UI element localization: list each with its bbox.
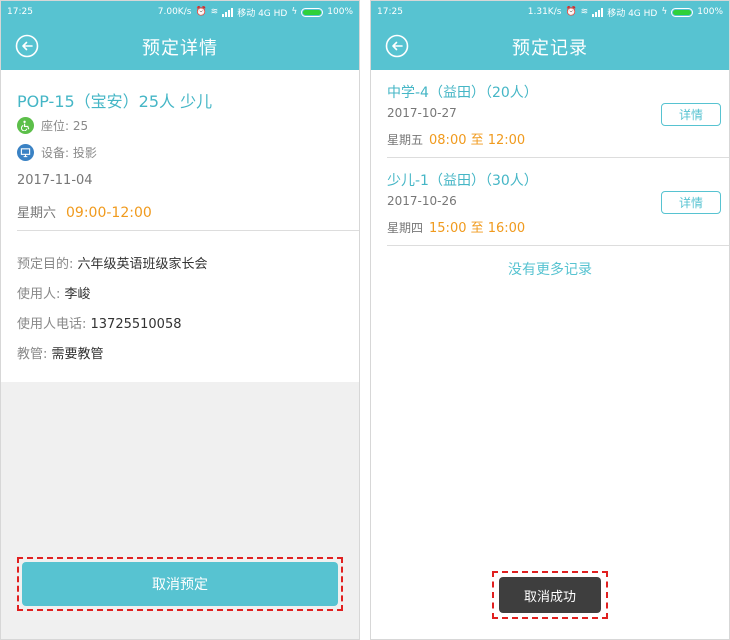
admin-value: 需要教管 — [51, 347, 104, 362]
status-bar: 17:25 7.00K/s ⏰ ≋ 移动 4G HD ϟ 100% — [1, 1, 359, 23]
purpose-row: 预定目的: 六年级英语班级家长会 — [17, 253, 208, 272]
divider — [17, 230, 359, 231]
reservation-date: 2017-11-04 — [17, 173, 93, 188]
phone-label: 使用人电话: — [17, 317, 91, 332]
battery-icon — [301, 7, 324, 17]
alarm-icon: ⏰ — [195, 7, 207, 17]
record-time: 星期四 15:00 至 16:00 — [387, 217, 525, 236]
detail-button[interactable]: 详情 — [661, 103, 721, 126]
record-room-name: 少儿-1（益田）（30人） — [387, 173, 538, 189]
purpose-value: 六年级英语班级家长会 — [77, 257, 208, 272]
record-weekday: 星期四 — [387, 221, 424, 235]
title-bar: 预定详情 — [1, 23, 359, 70]
cancel-reservation-button[interactable]: 取消预定 — [22, 562, 338, 606]
status-time: 17:25 — [7, 7, 33, 17]
equipment-value: 设备: 投影 — [41, 146, 97, 160]
phone-value: 13725510058 — [90, 317, 182, 332]
record-weekday: 星期五 — [387, 133, 424, 147]
time-range: 09:00-12:00 — [66, 205, 152, 221]
user-label: 使用人: — [17, 287, 65, 302]
reservation-time: 星期六 09:00-12:00 — [17, 202, 152, 221]
wifi-icon: ≋ — [210, 7, 219, 17]
equipment-info: 设备: 投影 — [17, 144, 97, 161]
page-title: 预定记录 — [512, 37, 588, 59]
network-speed: 7.00K/s — [157, 7, 192, 17]
battery-icon — [671, 7, 694, 17]
admin-label: 教管: — [17, 347, 52, 362]
user-row: 使用人: 李峻 — [17, 283, 91, 302]
room-name: POP-15（宝安）25人 少儿 — [17, 92, 213, 111]
wifi-icon: ≋ — [580, 7, 589, 17]
status-time: 17:25 — [377, 7, 403, 17]
network-speed: 1.31K/s — [527, 7, 562, 17]
record-item: 中学-4（益田）（20人） 2017-10-27 星期五 08:00 至 12:0… — [387, 70, 729, 158]
battery-percent: 100% — [697, 7, 723, 17]
record-time: 星期五 08:00 至 12:00 — [387, 129, 525, 148]
purpose-label: 预定目的: — [17, 257, 78, 272]
detail-button[interactable]: 详情 — [661, 191, 721, 214]
no-more-records: 没有更多记录 — [508, 262, 592, 278]
seat-info: 座位: 25 — [17, 117, 88, 134]
signal-icon — [222, 7, 234, 17]
highlight-box: 取消预定 — [17, 557, 343, 611]
user-value: 李峻 — [64, 287, 91, 302]
title-bar: 预定记录 — [371, 23, 729, 70]
back-icon[interactable] — [385, 34, 409, 58]
wheelchair-icon — [17, 117, 34, 134]
record-date: 2017-10-27 — [387, 106, 457, 120]
charging-icon: ϟ — [291, 7, 298, 17]
back-icon[interactable] — [15, 34, 39, 58]
page-title: 预定详情 — [142, 37, 218, 59]
highlight-box: 取消成功 — [492, 571, 608, 619]
admin-row: 教管: 需要教管 — [17, 343, 104, 362]
carrier-label: 移动 4G HD — [237, 8, 288, 19]
seat-count: 座位: 25 — [41, 119, 89, 133]
weekday: 星期六 — [17, 206, 57, 221]
carrier-label: 移动 4G HD — [607, 8, 658, 19]
record-date: 2017-10-26 — [387, 194, 457, 208]
reservation-detail-card: POP-15（宝安）25人 少儿 座位: 25 设备: 投影 2017-11-0… — [1, 70, 359, 382]
reservation-detail-screen: 17:25 7.00K/s ⏰ ≋ 移动 4G HD ϟ 100% 预定详情 P… — [0, 0, 360, 640]
alarm-icon: ⏰ — [565, 7, 577, 17]
signal-icon — [592, 7, 604, 17]
charging-icon: ϟ — [661, 7, 668, 17]
record-item: 少儿-1（益田）（30人） 2017-10-26 星期四 15:00 至 16:0… — [387, 158, 729, 246]
record-time-range: 08:00 至 12:00 — [429, 133, 526, 148]
record-room-name: 中学-4（益田）（20人） — [387, 85, 538, 101]
status-bar: 17:25 1.31K/s ⏰ ≋ 移动 4G HD ϟ 100% — [371, 1, 729, 23]
phone-row: 使用人电话: 13725510058 — [17, 313, 182, 332]
cancel-success-toast: 取消成功 — [499, 577, 601, 613]
record-time-range: 15:00 至 16:00 — [429, 221, 526, 236]
reservation-records-screen: 17:25 1.31K/s ⏰ ≋ 移动 4G HD ϟ 100% 预定记录 中… — [370, 0, 730, 640]
battery-percent: 100% — [327, 7, 353, 17]
monitor-icon — [17, 144, 34, 161]
